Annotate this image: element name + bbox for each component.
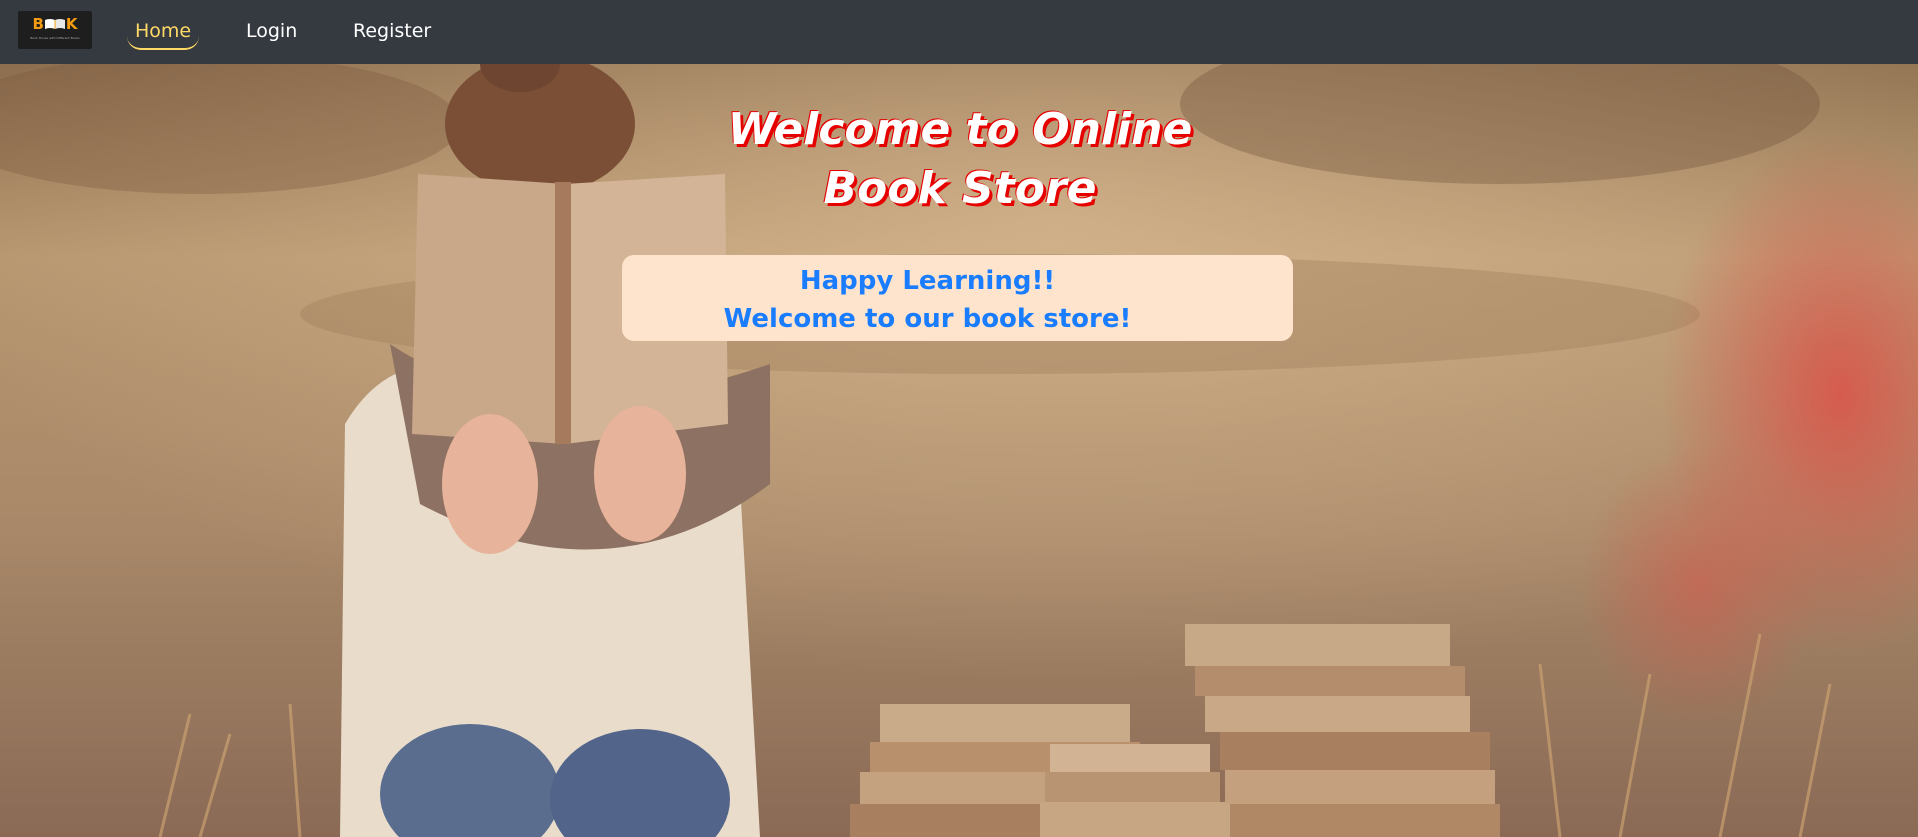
- nav-home-link[interactable]: Home: [127, 18, 199, 50]
- headline-line-1: Welcome to Online: [727, 104, 1193, 155]
- page-headline: Welcome to Online Book Store: [660, 100, 1260, 218]
- nav-register-link[interactable]: Register: [353, 18, 431, 44]
- open-book-icon: [44, 19, 65, 29]
- welcome-message-box: Happy Learning!! Welcome to our book sto…: [622, 255, 1293, 341]
- logo-wordmark: B K: [32, 15, 78, 33]
- nav-login-link[interactable]: Login: [246, 18, 297, 44]
- hero-section: Welcome to Online Book Store Happy Learn…: [0, 64, 1918, 837]
- logo-tagline: Book House with Different Books: [30, 36, 80, 40]
- site-logo[interactable]: B K Book House with Different Books: [18, 11, 92, 49]
- navbar: B K Book House with Different Books Home…: [0, 0, 1918, 64]
- welcome-line-2: Welcome to our book store!: [723, 304, 1132, 334]
- welcome-line-1: Happy Learning!!: [799, 266, 1056, 296]
- headline-line-2: Book Store: [823, 163, 1097, 214]
